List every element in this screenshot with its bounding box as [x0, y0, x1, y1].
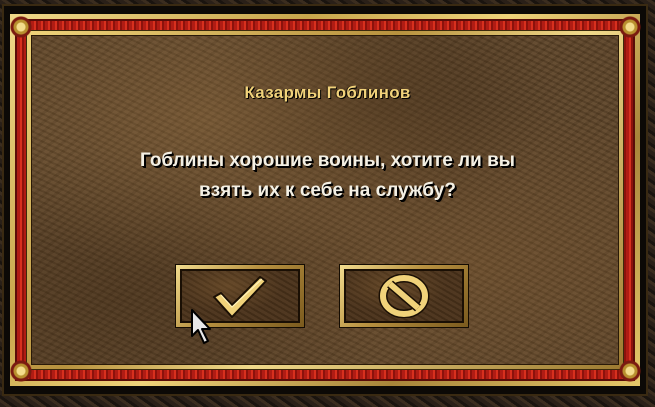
dialog-title: Казармы Гоблинов [244, 83, 411, 102]
mouse-cursor-icon [191, 309, 211, 344]
dialog-message-line: Гоблины хорошие воины, хотите ли вы [140, 150, 515, 171]
corner-ornament-icon [8, 14, 34, 40]
dialog-message: Гоблины хорошие воины, хотите ли вы взят… [0, 146, 655, 206]
corner-ornament-icon [617, 14, 643, 40]
cancel-button-face[interactable] [344, 269, 464, 323]
dialog-message-line: взять их к себе на службу? [199, 180, 456, 201]
checkmark-icon [213, 276, 267, 318]
cancel-button[interactable] [339, 264, 469, 328]
corner-ornament-icon [8, 358, 34, 384]
game-scene: Казармы Гоблинов Гоблины хорошие воины, … [0, 0, 655, 407]
corner-ornament-icon [617, 358, 643, 384]
cancel-circle-icon [378, 274, 430, 318]
